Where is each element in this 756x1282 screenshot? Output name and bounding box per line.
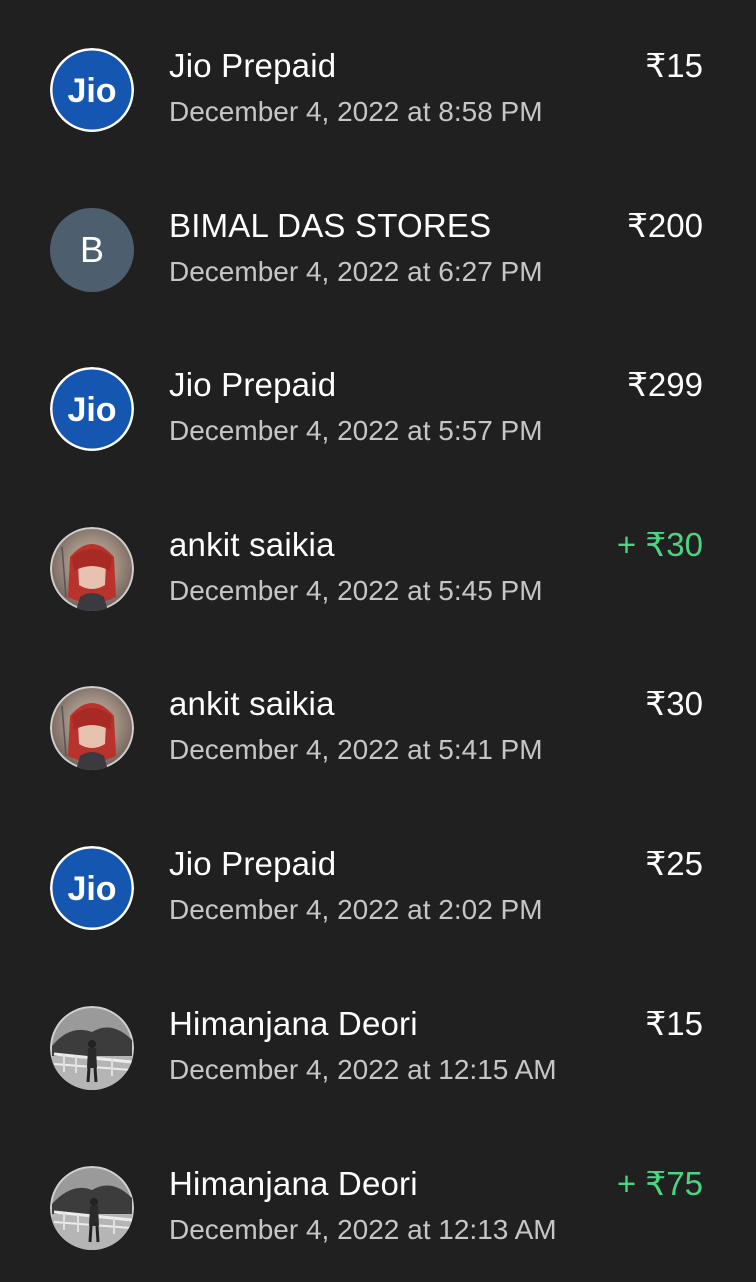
payee-name: Himanjana Deori [169, 1005, 418, 1042]
transaction-row[interactable]: ankit saikia December 4, 2022 at 5:41 PM… [0, 682, 756, 802]
transaction-datetime: December 4, 2022 at 8:58 PM [169, 96, 543, 127]
transaction-amount: ₹200 [626, 207, 703, 244]
payee-name: Jio Prepaid [169, 47, 337, 84]
user-photo-avatar [50, 686, 134, 770]
transaction-amount: ₹15 [645, 47, 703, 84]
svg-text:Jio: Jio [67, 391, 116, 429]
payee-name: ankit saikia [169, 685, 335, 722]
transaction-amount: ₹299 [626, 366, 703, 403]
transaction-datetime: December 4, 2022 at 12:13 AM [169, 1214, 557, 1245]
user-photo-avatar [50, 527, 134, 611]
svg-text:Jio: Jio [67, 72, 116, 110]
transaction-row[interactable]: Jio Jio Prepaid December 4, 2022 at 5:57… [0, 363, 756, 483]
transaction-datetime: December 4, 2022 at 6:27 PM [169, 256, 543, 287]
transaction-datetime: December 4, 2022 at 5:45 PM [169, 575, 543, 606]
transaction-row[interactable]: Himanjana Deori December 4, 2022 at 12:1… [0, 1162, 756, 1282]
jio-logo-icon: Jio [50, 846, 134, 930]
transaction-amount: + ₹75 [616, 1165, 703, 1202]
user-photo-avatar [50, 1166, 134, 1250]
transaction-datetime: December 4, 2022 at 12:15 AM [169, 1054, 557, 1085]
transaction-amount: ₹30 [645, 685, 703, 722]
transaction-row[interactable]: Jio Jio Prepaid December 4, 2022 at 8:58… [0, 44, 756, 164]
transaction-amount: ₹25 [645, 845, 703, 882]
transaction-datetime: December 4, 2022 at 5:41 PM [169, 734, 543, 765]
payee-name: ankit saikia [169, 526, 335, 563]
jio-logo-icon: Jio [50, 48, 134, 132]
transaction-row[interactable]: B BIMAL DAS STORES December 4, 2022 at 6… [0, 204, 756, 324]
transaction-row[interactable]: Himanjana Deori December 4, 2022 at 12:1… [0, 1002, 756, 1122]
payee-name: Jio Prepaid [169, 845, 337, 882]
transaction-amount: ₹15 [645, 1005, 703, 1042]
transaction-row[interactable]: Jio Jio Prepaid December 4, 2022 at 2:02… [0, 842, 756, 962]
transaction-amount: + ₹30 [616, 526, 703, 563]
user-photo-avatar [50, 1006, 134, 1090]
svg-text:Jio: Jio [67, 870, 116, 908]
transaction-row[interactable]: ankit saikia December 4, 2022 at 5:45 PM… [0, 523, 756, 643]
avatar-initial: B [50, 208, 134, 292]
jio-logo-icon: Jio [50, 367, 134, 451]
payee-name: Himanjana Deori [169, 1165, 418, 1202]
payee-name: Jio Prepaid [169, 366, 337, 403]
transaction-datetime: December 4, 2022 at 2:02 PM [169, 894, 543, 925]
payee-name: BIMAL DAS STORES [169, 207, 492, 244]
transaction-datetime: December 4, 2022 at 5:57 PM [169, 415, 543, 446]
